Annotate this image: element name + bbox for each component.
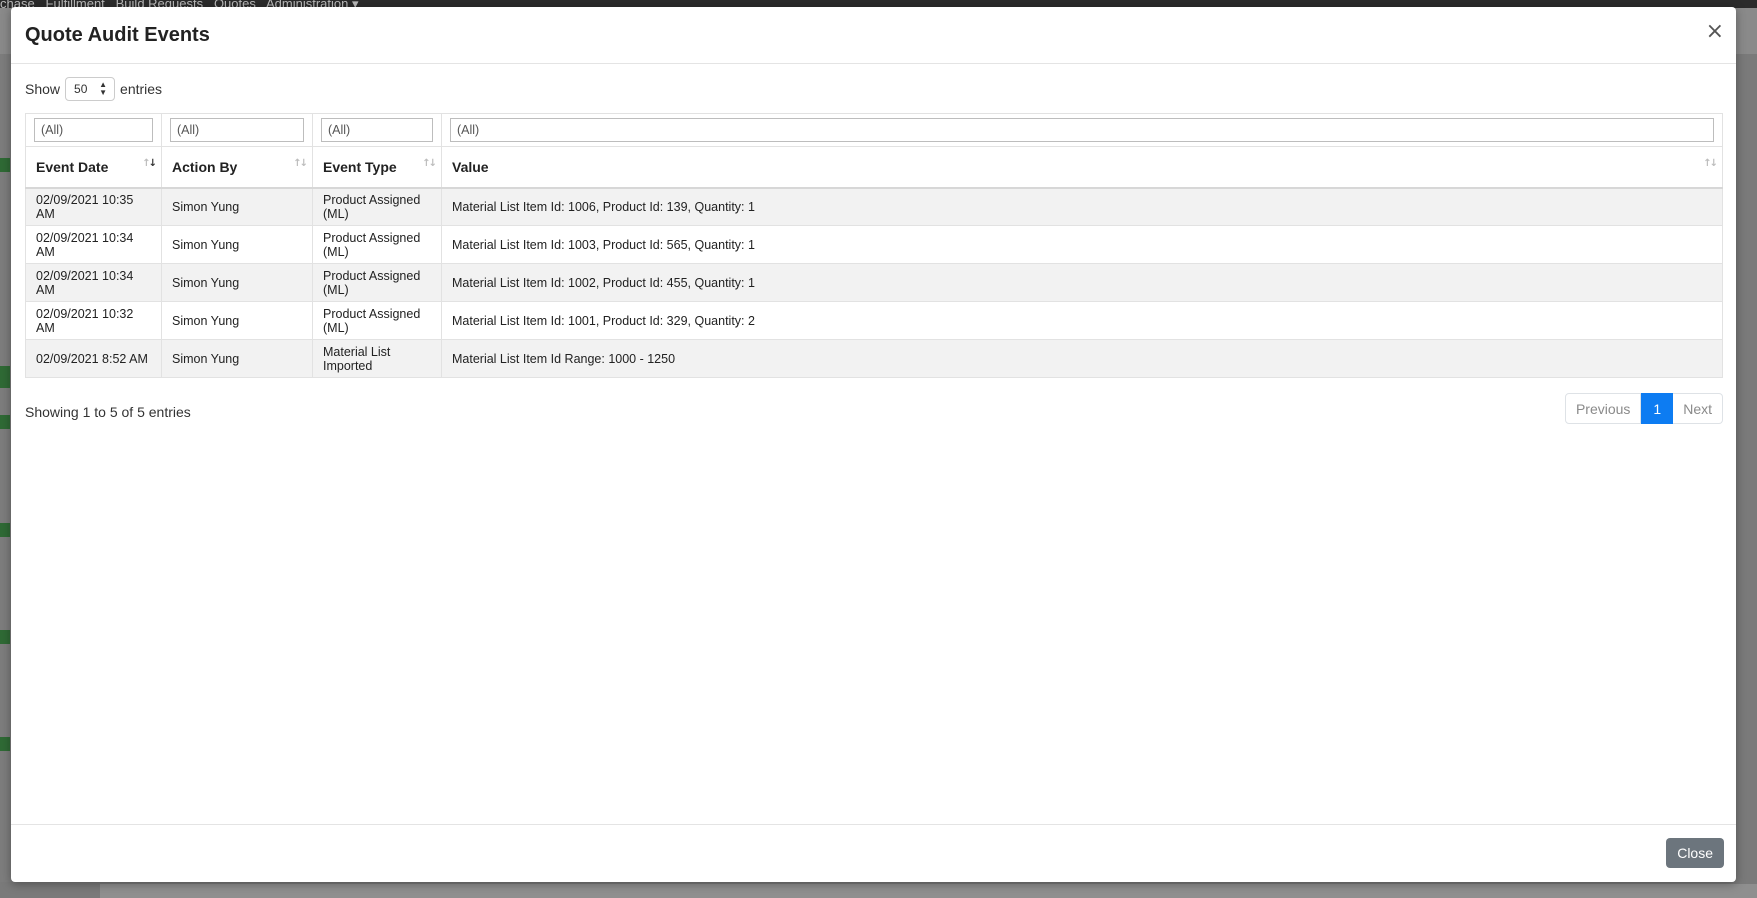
table-row: 02/09/2021 10:34 AM Simon Yung Product A… <box>25 263 1723 302</box>
cell-event-type: Product Assigned (ML) <box>312 225 442 264</box>
select-arrows-icon: ▲ ▼ <box>99 80 108 97</box>
background-badge <box>0 158 10 172</box>
cell-event-type: Material List Imported <box>312 339 442 378</box>
entries-per-page-value: 50 <box>74 82 88 96</box>
column-header-label: Action By <box>172 158 238 175</box>
cell-event-date: 02/09/2021 10:32 AM <box>25 301 162 340</box>
table-row: 02/09/2021 10:35 AM Simon Yung Product A… <box>25 187 1723 226</box>
background-badge <box>0 366 10 388</box>
sort-icon: ↑↓ <box>422 158 437 169</box>
cell-value: Material List Item Id: 1001, Product Id:… <box>441 301 1723 340</box>
cell-action-by: Simon Yung <box>161 301 313 340</box>
column-header-action-by[interactable]: Action By ↑↓ <box>161 146 313 189</box>
filter-row: (All) (All) (All) (All) <box>25 113 1723 147</box>
modal-title: Quote Audit Events <box>25 24 210 46</box>
close-icon[interactable]: × <box>1706 21 1724 43</box>
background-badge <box>0 630 10 644</box>
sort-icon: ↑↓ <box>293 158 308 169</box>
column-header-event-date[interactable]: Event Date ↑↓ <box>25 146 162 189</box>
column-header-label: Value <box>452 158 489 175</box>
previous-page-button[interactable]: Previous <box>1564 393 1642 424</box>
background-bottom-panel <box>100 884 1757 898</box>
action-by-filter[interactable]: (All) <box>170 118 304 142</box>
value-filter[interactable]: (All) <box>450 118 1714 142</box>
filter-cell: (All) <box>161 113 313 147</box>
sort-descending-icon: ↑↓ <box>142 158 157 169</box>
length-prefix: Show <box>25 81 61 97</box>
cell-action-by: Simon Yung <box>161 225 313 264</box>
pagination: Previous 1 Next <box>1564 393 1723 424</box>
sort-icon: ↑↓ <box>1703 158 1718 169</box>
next-page-button[interactable]: Next <box>1673 393 1723 424</box>
quote-audit-events-modal: Quote Audit Events × Show 50 ▲ ▼ entries … <box>11 7 1736 882</box>
background-badge <box>0 415 10 429</box>
modal-header: Quote Audit Events × <box>11 7 1736 64</box>
filter-cell: (All) <box>312 113 442 147</box>
cell-value: Material List Item Id: 1006, Product Id:… <box>441 187 1723 226</box>
filter-cell: (All) <box>25 113 162 147</box>
entries-per-page-select[interactable]: 50 ▲ ▼ <box>65 77 116 101</box>
cell-value: Material List Item Id: 1003, Product Id:… <box>441 225 1723 264</box>
cell-event-date: 02/09/2021 8:52 AM <box>25 339 162 378</box>
cell-action-by: Simon Yung <box>161 263 313 302</box>
cell-value: Material List Item Id: 1002, Product Id:… <box>441 263 1723 302</box>
audit-events-table: (All) (All) (All) (All) Event Date ↑↓ Act… <box>25 113 1723 378</box>
table-row: 02/09/2021 8:52 AM Simon Yung Material L… <box>25 339 1723 378</box>
column-header-value[interactable]: Value ↑↓ <box>441 146 1723 189</box>
cell-action-by: Simon Yung <box>161 187 313 226</box>
table-row: 02/09/2021 10:32 AM Simon Yung Product A… <box>25 301 1723 340</box>
cell-event-date: 02/09/2021 10:35 AM <box>25 187 162 226</box>
cell-event-type: Product Assigned (ML) <box>312 187 442 226</box>
cell-event-date: 02/09/2021 10:34 AM <box>25 225 162 264</box>
table-row: 02/09/2021 10:34 AM Simon Yung Product A… <box>25 225 1723 264</box>
background-badge <box>0 737 10 751</box>
modal-footer: Close <box>11 824 1736 882</box>
column-header-label: Event Date <box>36 158 109 175</box>
event-date-filter[interactable]: (All) <box>34 118 153 142</box>
cell-event-type: Product Assigned (ML) <box>312 301 442 340</box>
background-badge <box>0 523 10 537</box>
cell-event-type: Product Assigned (ML) <box>312 263 442 302</box>
cell-value: Material List Item Id Range: 1000 - 1250 <box>441 339 1723 378</box>
cell-event-date: 02/09/2021 10:34 AM <box>25 263 162 302</box>
entries-length-control: Show 50 ▲ ▼ entries <box>25 77 162 101</box>
header-row: Event Date ↑↓ Action By ↑↓ Event Type ↑↓ Va… <box>25 146 1723 189</box>
close-button[interactable]: Close <box>1666 838 1724 868</box>
cell-action-by: Simon Yung <box>161 339 313 378</box>
length-suffix: entries <box>120 81 163 97</box>
event-type-filter[interactable]: (All) <box>321 118 433 142</box>
column-header-event-type[interactable]: Event Type ↑↓ <box>312 146 442 189</box>
page-1-button[interactable]: 1 <box>1641 393 1674 424</box>
column-header-label: Event Type <box>323 158 397 175</box>
table-info: Showing 1 to 5 of 5 entries <box>25 404 191 420</box>
filter-cell: (All) <box>441 113 1723 147</box>
